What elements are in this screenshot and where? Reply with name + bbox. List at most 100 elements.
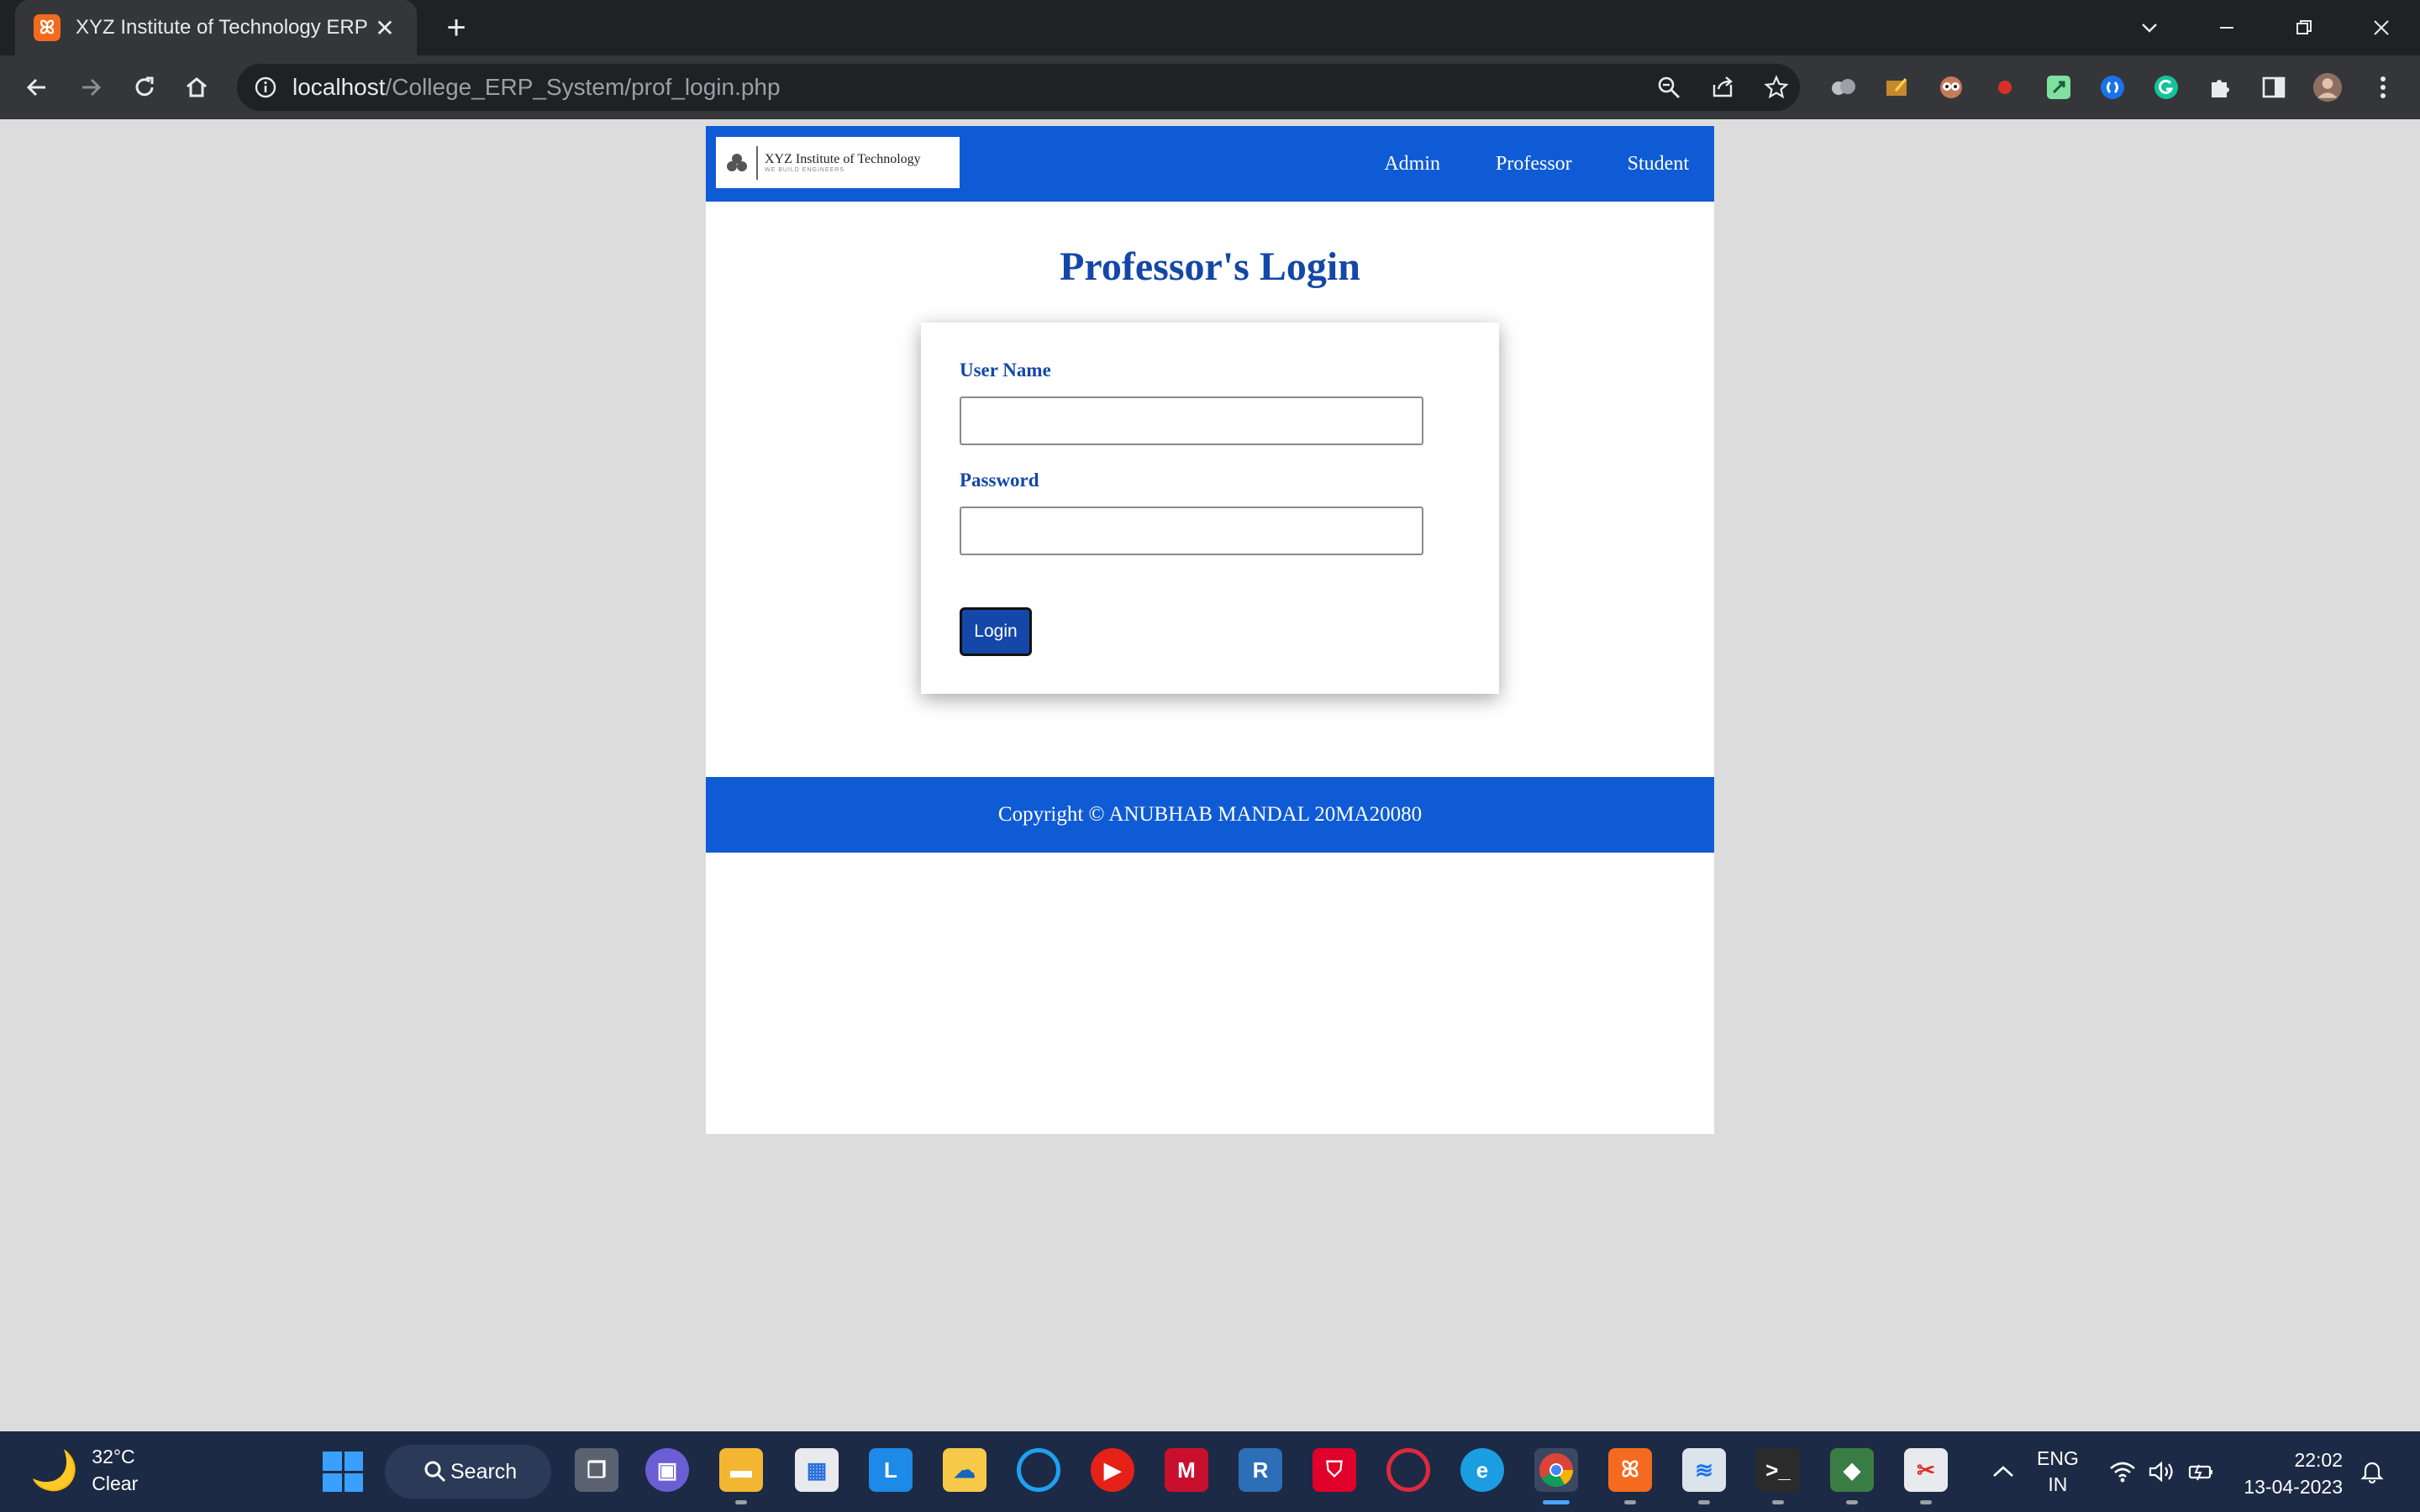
minimize-button[interactable] — [2188, 0, 2265, 55]
teams-chat-icon[interactable]: ▣ — [645, 1448, 689, 1492]
mcafee-icon[interactable]: M — [1165, 1448, 1208, 1492]
battery-icon — [2188, 1464, 2212, 1481]
language-indicator[interactable]: ENG IN — [2037, 1431, 2079, 1512]
tool-app-icon[interactable]: ◆ — [1830, 1448, 1874, 1492]
extension-grammarly-icon[interactable] — [2151, 72, 2181, 102]
menu-kebab-icon[interactable] — [2368, 72, 2398, 102]
clock-date: 13-04-2023 — [2244, 1476, 2343, 1498]
taskbar-search[interactable]: Search — [385, 1445, 551, 1499]
reload-icon — [135, 76, 154, 97]
extension-cloud-icon[interactable] — [1828, 72, 1859, 102]
browser-toolbar: localhost/College_ERP_System/prof_login.… — [0, 55, 2420, 119]
forward-button[interactable] — [71, 67, 111, 108]
logo-wordmark: XYZ Institute of Technology WE BUILD ENG… — [765, 152, 921, 174]
terminal-icon[interactable]: >_ — [1756, 1448, 1800, 1492]
minimize-icon — [2220, 27, 2233, 29]
login-button[interactable]: Login — [960, 607, 1032, 656]
file-explorer-icon[interactable]: ▬ — [719, 1448, 763, 1492]
logo-tagline: WE BUILD ENGINEERS — [765, 166, 845, 173]
restore-button[interactable] — [2265, 0, 2343, 55]
back-button[interactable] — [17, 67, 57, 108]
nav-link-student[interactable]: Student — [1628, 153, 1689, 176]
url-host: localhost — [292, 74, 386, 100]
username-label: User Name — [960, 360, 1051, 381]
system-tray-icons[interactable] — [2109, 1431, 2215, 1512]
show-hidden-icons-button[interactable] — [1991, 1431, 2015, 1512]
file-cloud-icon[interactable]: ☁ — [943, 1448, 986, 1492]
microsoft-store-icon[interactable]: ▦ — [795, 1448, 839, 1492]
login-form-card: User Name Password Login — [921, 323, 1499, 694]
extension-shazam-icon[interactable] — [2097, 72, 2128, 102]
nav-link-professor[interactable]: Professor — [1496, 153, 1572, 176]
extensions-puzzle-icon[interactable] — [2205, 72, 2235, 102]
new-tab-button[interactable]: + — [437, 8, 476, 47]
xampp-icon[interactable]: ꕤ — [1608, 1448, 1652, 1492]
page-viewport: XYZ Institute of Technology WE BUILD ENG… — [0, 119, 2420, 1431]
snipping-tool-running-indicator — [1920, 1500, 1932, 1504]
password-input[interactable] — [960, 507, 1423, 555]
reload-button[interactable] — [124, 67, 165, 108]
search-label: Search — [450, 1459, 518, 1483]
resource-monitor-icon[interactable]: ≋ — [1682, 1448, 1726, 1492]
tab-title: XYZ Institute of Technology ERP — [76, 16, 368, 39]
weather-condition: Clear — [92, 1473, 139, 1494]
copyright-text: Copyright © ANUBHAB MANDAL 20MA20080 — [997, 803, 1423, 826]
edge-icon[interactable]: e — [1460, 1448, 1504, 1492]
extension-rocket-icon[interactable] — [2044, 72, 2074, 102]
xampp-favicon-icon: ꕤ — [34, 14, 60, 41]
logo-emblem-icon — [727, 153, 747, 171]
youtube-music-icon[interactable]: ▶ — [1091, 1448, 1134, 1492]
start-button[interactable] — [323, 1452, 363, 1492]
close-window-button[interactable] — [2343, 0, 2420, 55]
taskbar: 🌙 32°C Clear Search ❐ ▣ ▬ ▦ L ☁ ▶ M R ⛉ … — [0, 1431, 2420, 1512]
zoom-icon[interactable] — [1655, 74, 1682, 101]
arrow-left-icon — [26, 78, 45, 97]
extension-notes-icon[interactable] — [1882, 72, 1912, 102]
url-path: /College_ERP_System/prof_login.php — [385, 74, 781, 100]
chrome-active-indicator — [1543, 1500, 1570, 1504]
side-panel-icon[interactable] — [2259, 72, 2289, 102]
logo-text: XYZ Institute of Technology — [765, 151, 921, 166]
clock-time: 22:02 — [2294, 1449, 2343, 1471]
weather-widget[interactable]: 🌙 32°C Clear — [30, 1443, 138, 1497]
chevron-up-icon — [1993, 1466, 2013, 1477]
clock[interactable]: 22:02 13-04-2023 — [2244, 1446, 2343, 1500]
wifi-icon — [2110, 1462, 2135, 1483]
username-input[interactable] — [960, 396, 1423, 445]
chrome-icon[interactable] — [1534, 1448, 1578, 1492]
address-bar[interactable]: localhost/College_ERP_System/prof_login.… — [237, 64, 1800, 111]
chevron-down-icon — [2142, 24, 2157, 33]
browser-tab[interactable]: ꕤ XYZ Institute of Technology ERP ✕ — [15, 0, 417, 55]
notification-bell-icon — [2360, 1462, 2384, 1484]
tab-search-button[interactable] — [2111, 0, 2188, 55]
shield-app-icon[interactable]: ⛉ — [1313, 1448, 1356, 1492]
nav-link-admin[interactable]: Admin — [1384, 153, 1440, 176]
site-header: XYZ Institute of Technology WE BUILD ENG… — [706, 126, 1714, 202]
site-logo[interactable]: XYZ Institute of Technology WE BUILD ENG… — [716, 137, 960, 188]
browser-tab-strip: ꕤ XYZ Institute of Technology ERP ✕ + — [0, 0, 2420, 55]
restore-icon — [2296, 20, 2312, 34]
info-icon[interactable] — [254, 76, 277, 99]
extension-record-icon[interactable] — [1990, 72, 2020, 102]
resource-monitor-running-indicator — [1698, 1500, 1710, 1504]
profile-avatar[interactable] — [2312, 72, 2343, 102]
opera-icon[interactable] — [1386, 1448, 1430, 1492]
page-title: Professor's Login — [1060, 244, 1360, 289]
file-explorer-running-indicator — [735, 1500, 747, 1504]
notifications-button[interactable] — [2360, 1431, 2385, 1512]
extension-owl-icon[interactable] — [1936, 72, 1966, 102]
tab-close-icon[interactable]: ✕ — [371, 14, 398, 42]
moon-icon: 🌙 — [30, 1447, 79, 1492]
rstudio-icon[interactable]: R — [1239, 1448, 1282, 1492]
site-footer: Copyright © ANUBHAB MANDAL 20MA20080 — [706, 777, 1714, 853]
home-button[interactable] — [176, 67, 217, 108]
l-app-icon[interactable]: L — [869, 1448, 913, 1492]
share-icon[interactable] — [1709, 74, 1736, 101]
task-view-icon[interactable]: ❐ — [575, 1448, 618, 1492]
bookmark-star-icon[interactable] — [1763, 74, 1790, 101]
home-icon — [187, 77, 207, 97]
password-label: Password — [960, 470, 1039, 491]
xampp-running-indicator — [1624, 1500, 1636, 1504]
snipping-tool-icon[interactable]: ✂ — [1904, 1448, 1948, 1492]
cortana-icon[interactable] — [1017, 1448, 1060, 1492]
